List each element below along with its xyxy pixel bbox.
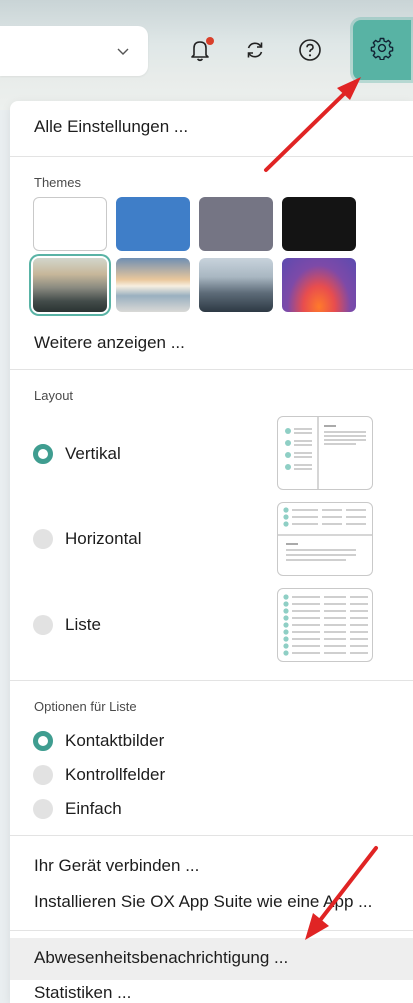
- install-app-link[interactable]: Installieren Sie OX App Suite wie eine A…: [34, 892, 372, 912]
- checkboxes-radio[interactable]: [33, 765, 53, 785]
- theme-black[interactable]: [282, 197, 356, 251]
- theme-beach-sunset[interactable]: [116, 258, 190, 312]
- checkboxes-label[interactable]: Kontrollfelder: [65, 765, 165, 785]
- help-button[interactable]: [290, 28, 330, 72]
- divider: [10, 680, 413, 681]
- layout-horizontal-preview[interactable]: [277, 502, 373, 576]
- gear-icon: [370, 36, 394, 65]
- divider: [10, 369, 413, 370]
- chevron-down-icon[interactable]: [114, 42, 132, 60]
- simple-radio[interactable]: [33, 799, 53, 819]
- layout-vertical-radio[interactable]: [33, 444, 53, 464]
- notification-badge: [206, 37, 214, 45]
- connect-device-link[interactable]: Ihr Gerät verbinden ...: [34, 856, 199, 876]
- divider: [10, 835, 413, 836]
- layout-vertical-label[interactable]: Vertikal: [65, 444, 121, 464]
- theme-gray[interactable]: [199, 197, 273, 251]
- contact-pictures-label[interactable]: Kontaktbilder: [65, 731, 164, 751]
- simple-label[interactable]: Einfach: [65, 799, 122, 819]
- layout-list-radio[interactable]: [33, 615, 53, 635]
- layout-list-preview[interactable]: [277, 588, 373, 662]
- refresh-button[interactable]: [235, 28, 275, 72]
- list-options-label: Optionen für Liste: [34, 699, 137, 714]
- theme-purple-gradient[interactable]: [282, 258, 356, 312]
- layout-label: Layout: [34, 388, 74, 403]
- all-settings-link[interactable]: Alle Einstellungen ...: [34, 117, 188, 137]
- theme-blue[interactable]: [116, 197, 190, 251]
- help-icon: [298, 38, 322, 62]
- notifications-button[interactable]: [180, 28, 220, 72]
- theme-mountains-fog[interactable]: [33, 258, 107, 312]
- divider: [10, 930, 413, 931]
- layout-horizontal-label[interactable]: Horizontal: [65, 529, 142, 549]
- search-dropdown[interactable]: [0, 26, 148, 76]
- more-themes-link[interactable]: Weitere anzeigen ...: [34, 333, 185, 353]
- statistics-link[interactable]: Statistiken ...: [34, 983, 131, 1003]
- layout-horizontal-radio[interactable]: [33, 529, 53, 549]
- layout-list-label[interactable]: Liste: [65, 615, 101, 635]
- divider: [10, 156, 413, 157]
- theme-white[interactable]: [33, 197, 107, 251]
- refresh-icon: [244, 39, 266, 61]
- theme-city-skyline[interactable]: [199, 258, 273, 312]
- themes-label: Themes: [34, 175, 81, 190]
- settings-button[interactable]: [353, 20, 411, 80]
- layout-vertical-preview[interactable]: [277, 416, 373, 490]
- contact-pictures-radio[interactable]: [33, 731, 53, 751]
- out-of-office-link[interactable]: Abwesenheitsbenachrichtigung ...: [34, 948, 288, 968]
